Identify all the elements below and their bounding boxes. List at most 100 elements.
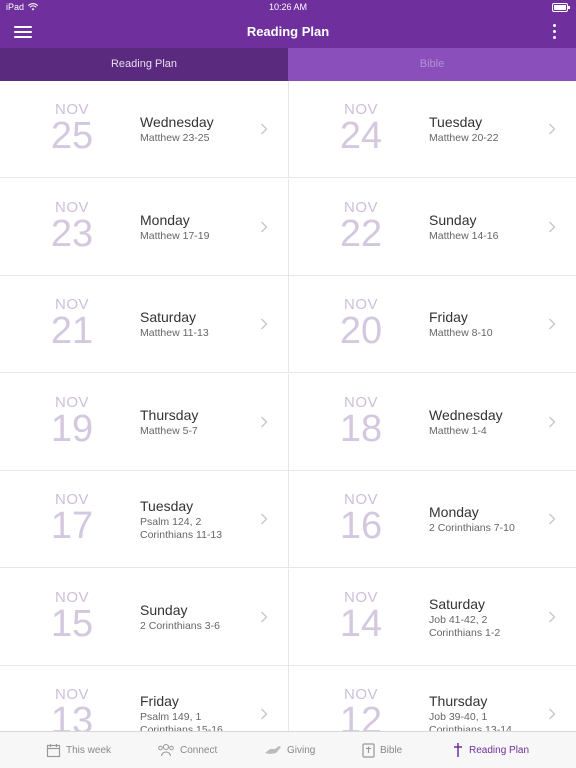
reading-day: 13 xyxy=(50,700,94,731)
reading-weekday: Thursday xyxy=(140,407,199,423)
reading-item[interactable]: NOV 20 Friday Matthew 8-10 xyxy=(288,276,576,373)
reading-item[interactable]: NOV 15 Sunday 2 Corinthians 3-6 xyxy=(0,569,288,666)
reading-text: Saturday Matthew 11-13 xyxy=(140,309,250,340)
reading-day: 20 xyxy=(339,310,383,352)
reading-weekday: Tuesday xyxy=(140,498,194,514)
reading-item[interactable]: NOV 21 Saturday Matthew 11-13 xyxy=(0,276,288,373)
date-block: NOV 23 xyxy=(48,199,96,253)
reading-item[interactable]: NOV 12 Thursday Job 39-40, 1 Corinthians 13… xyxy=(288,666,576,731)
reading-text: Wednesday Matthew 1-4 xyxy=(429,407,539,438)
tab-bar: This week Connect Giving Bible Reading P… xyxy=(0,731,576,768)
reading-item[interactable]: NOV 24 Tuesday Matthew 20-22 xyxy=(288,81,576,178)
date-block: NOV 12 xyxy=(337,686,385,731)
reading-weekday: Sunday xyxy=(140,602,188,618)
tab-reading-plan[interactable]: Reading Plan xyxy=(0,48,288,81)
reading-item[interactable]: NOV 22 Sunday Matthew 14-16 xyxy=(288,179,576,276)
date-block: NOV 15 xyxy=(48,589,96,643)
reading-day: 19 xyxy=(50,408,94,450)
reading-text: Thursday Matthew 5-7 xyxy=(140,407,250,438)
reading-item[interactable]: NOV 14 Saturday Job 41-42, 2 Corinthians 1-… xyxy=(288,569,576,666)
reading-weekday: Monday xyxy=(429,504,479,520)
reading-weekday: Monday xyxy=(140,212,190,228)
reading-weekday: Sunday xyxy=(429,212,477,228)
reading-item[interactable]: NOV 19 Thursday Matthew 5-7 xyxy=(0,374,288,471)
reading-day: 17 xyxy=(50,505,94,547)
tab-reading-plan-nav[interactable]: Reading Plan xyxy=(452,732,529,768)
reading-passage: Matthew 14-16 xyxy=(429,230,499,242)
tab-connect[interactable]: Connect xyxy=(157,732,217,768)
reading-weekday: Friday xyxy=(140,693,179,709)
reading-item[interactable]: NOV 25 Wednesday Matthew 23-25 xyxy=(0,81,288,178)
reading-passage: Matthew 1-4 xyxy=(429,425,487,437)
reading-weekday: Friday xyxy=(429,309,468,325)
reading-weekday: Saturday xyxy=(429,596,486,612)
reading-item[interactable]: NOV 18 Wednesday Matthew 1-4 xyxy=(288,374,576,471)
reading-day: 15 xyxy=(50,603,94,645)
tab-bible-nav[interactable]: Bible xyxy=(362,732,402,768)
date-block: NOV 20 xyxy=(337,296,385,350)
reading-text: Sunday Matthew 14-16 xyxy=(429,212,539,243)
reading-passage: Psalm 149, 1 Corinthians 15-16 xyxy=(140,711,223,731)
reading-day: 21 xyxy=(50,310,94,352)
tab-this-week[interactable]: This week xyxy=(46,732,111,768)
bible-icon xyxy=(362,742,375,758)
chevron-right-icon xyxy=(261,123,268,135)
reading-item[interactable]: NOV 16 Monday 2 Corinthians 7-10 xyxy=(288,471,576,568)
reading-item[interactable]: NOV 17 Tuesday Psalm 124, 2 Corinthians 11-… xyxy=(0,471,288,568)
reading-day: 22 xyxy=(339,213,383,255)
date-block: NOV 16 xyxy=(337,491,385,545)
reading-text: Saturday Job 41-42, 2 Corinthians 1-2 xyxy=(429,596,539,640)
reading-text: Friday Matthew 8-10 xyxy=(429,309,539,340)
cross-icon xyxy=(454,743,462,757)
battery-icon xyxy=(552,3,570,12)
chevron-right-icon xyxy=(549,513,556,525)
reading-passage: Matthew 8-10 xyxy=(429,327,493,339)
reading-text: Monday Matthew 17-19 xyxy=(140,212,250,243)
reading-passage: Matthew 5-7 xyxy=(140,425,198,437)
chevron-right-icon xyxy=(549,221,556,233)
tab-label: Giving xyxy=(287,744,316,756)
calendar-icon xyxy=(46,743,61,757)
tab-giving[interactable]: Giving xyxy=(264,732,315,768)
reading-day: 12 xyxy=(339,700,383,731)
date-block: NOV 22 xyxy=(337,199,385,253)
reading-passage: Job 39-40, 1 Corinthians 13-14 xyxy=(429,711,512,731)
date-block: NOV 19 xyxy=(48,394,96,448)
more-options-icon[interactable] xyxy=(552,23,558,41)
date-block: NOV 18 xyxy=(337,394,385,448)
reading-text: Tuesday Psalm 124, 2 Corinthians 11-13 xyxy=(140,498,250,542)
status-time: 10:26 AM xyxy=(268,2,308,12)
reading-day: 16 xyxy=(339,505,383,547)
reading-text: Thursday Job 39-40, 1 Corinthians 13-14 xyxy=(429,693,539,731)
chevron-right-icon xyxy=(549,611,556,623)
chevron-right-icon xyxy=(261,416,268,428)
reading-passage: Psalm 124, 2 Corinthians 11-13 xyxy=(140,516,223,541)
tab-bible[interactable]: Bible xyxy=(288,48,576,81)
chevron-right-icon xyxy=(261,513,268,525)
people-icon xyxy=(158,743,174,757)
reading-grid: NOV 25 Wednesday Matthew 23-25 NOV 24 Tuesday M… xyxy=(0,81,576,731)
reading-day: 23 xyxy=(50,213,94,255)
chevron-right-icon xyxy=(549,318,556,330)
reading-item[interactable]: NOV 13 Friday Psalm 149, 1 Corinthians 15-1… xyxy=(0,666,288,731)
date-block: NOV 24 xyxy=(337,101,385,155)
tab-label: Bible xyxy=(380,744,403,756)
reading-passage: Matthew 20-22 xyxy=(429,132,499,144)
reading-passage: Matthew 23-25 xyxy=(140,132,210,144)
reading-passage: Job 41-42, 2 Corinthians 1-2 xyxy=(429,614,501,639)
chevron-right-icon xyxy=(261,708,268,720)
reading-text: Wednesday Matthew 23-25 xyxy=(140,114,250,145)
chevron-right-icon xyxy=(261,221,268,233)
reading-weekday: Thursday xyxy=(429,693,488,709)
reading-passage: Matthew 17-19 xyxy=(140,230,210,242)
chevron-right-icon xyxy=(549,123,556,135)
reading-text: Friday Psalm 149, 1 Corinthians 15-16 xyxy=(140,693,250,731)
reading-day: 14 xyxy=(339,603,383,645)
reading-day: 24 xyxy=(339,115,383,157)
reading-item[interactable]: NOV 23 Monday Matthew 17-19 xyxy=(0,179,288,276)
status-bar: iPad 10:26 AM xyxy=(0,0,576,16)
page-title: Reading Plan xyxy=(246,24,330,39)
reading-weekday: Tuesday xyxy=(429,114,483,130)
chevron-right-icon xyxy=(261,318,268,330)
date-block: NOV 21 xyxy=(48,296,96,350)
